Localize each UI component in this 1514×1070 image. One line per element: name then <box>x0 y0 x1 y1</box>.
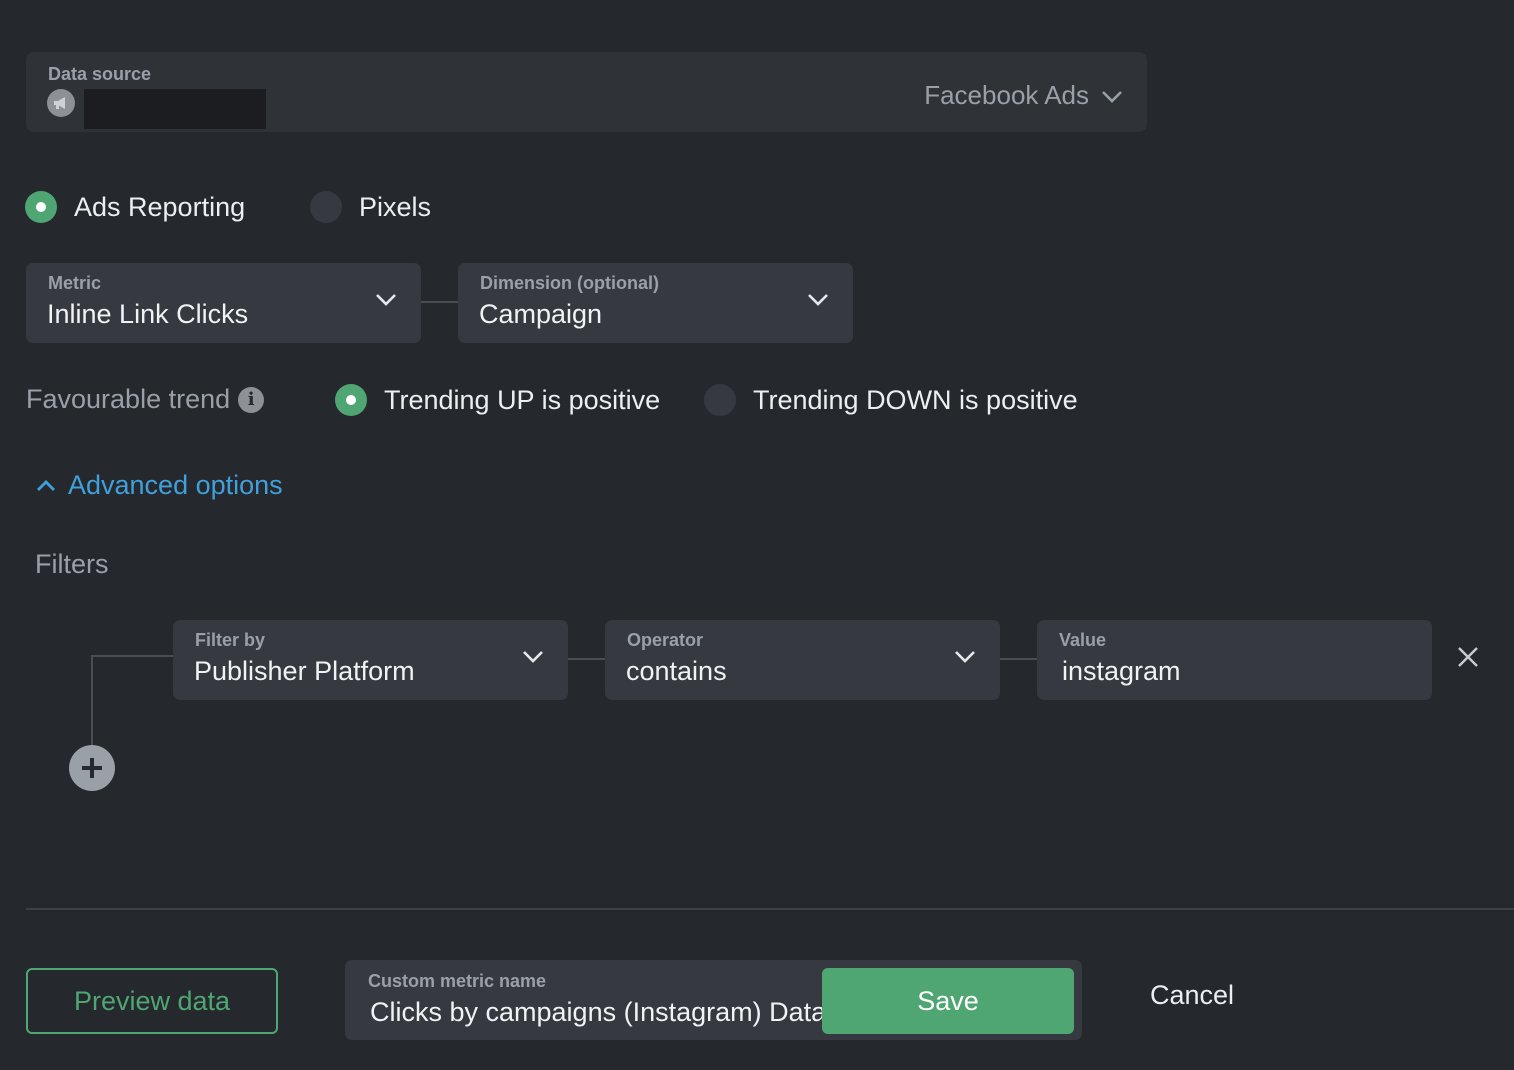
operator-select[interactable]: Operator contains <box>605 620 1000 700</box>
filter-by-select[interactable]: Filter by Publisher Platform <box>173 620 568 700</box>
add-filter-button[interactable] <box>69 745 115 791</box>
chevron-down-icon <box>522 650 544 669</box>
filter-by-value: Publisher Platform <box>194 656 415 686</box>
radio-label-trending-down: Trending DOWN is positive <box>753 384 1078 415</box>
radio-button[interactable] <box>310 191 342 223</box>
custom-metric-name-field[interactable]: Custom metric name Clicks by campaigns (… <box>345 960 1082 1040</box>
favourable-trend-label: Favourable trend <box>26 384 231 414</box>
dimension-label: Dimension (optional) <box>480 273 659 293</box>
radio-trending-up[interactable]: Trending UP is positive <box>335 384 660 416</box>
radio-label-trending-up: Trending UP is positive <box>384 384 661 415</box>
chevron-down-icon <box>954 650 976 669</box>
advanced-options-label: Advanced options <box>68 470 283 500</box>
radio-button-selected[interactable] <box>25 191 57 223</box>
filter-tree-branch <box>91 655 173 657</box>
radio-pixels[interactable]: Pixels <box>310 191 431 223</box>
filter-tree-line <box>91 655 93 747</box>
radio-button-selected[interactable] <box>335 384 367 416</box>
metric-value: Inline Link Clicks <box>47 299 249 329</box>
dimension-value: Campaign <box>479 299 603 329</box>
data-source-value: Facebook Ads <box>924 80 1089 110</box>
chevron-down-icon <box>807 293 829 312</box>
connector-line <box>568 658 605 660</box>
chevron-down-icon <box>375 293 397 312</box>
filters-title: Filters <box>35 549 109 579</box>
custom-metric-name-label: Custom metric name <box>368 971 547 991</box>
cancel-button[interactable]: Cancel <box>1150 980 1234 1011</box>
radio-label-ads-reporting: Ads Reporting <box>74 191 246 222</box>
custom-metric-name-value[interactable]: Clicks by campaigns (Instagram) Databox <box>370 997 822 1028</box>
radio-button[interactable] <box>704 384 736 416</box>
chevron-up-icon <box>36 479 56 492</box>
save-button[interactable]: Save <box>822 968 1074 1034</box>
plus-icon <box>79 755 105 781</box>
megaphone-icon <box>47 89 75 117</box>
metric-select[interactable]: Metric Inline Link Clicks <box>26 263 421 343</box>
dimension-select[interactable]: Dimension (optional) Campaign <box>458 263 853 343</box>
radio-trending-down[interactable]: Trending DOWN is positive <box>704 384 1078 416</box>
filter-by-label: Filter by <box>195 630 266 650</box>
radio-ads-reporting[interactable]: Ads Reporting <box>25 191 245 223</box>
advanced-options-toggle[interactable]: Advanced options <box>36 470 283 501</box>
connector-line <box>421 301 458 303</box>
value-input[interactable]: Value instagram <box>1037 620 1432 700</box>
preview-data-button[interactable]: Preview data <box>26 968 278 1034</box>
divider <box>26 908 1514 910</box>
connector-line <box>1000 658 1037 660</box>
account-name-redacted <box>84 89 266 129</box>
operator-value: contains <box>626 656 727 686</box>
data-source-select[interactable]: Data source Facebook Ads <box>26 52 1147 132</box>
operator-label: Operator <box>627 630 704 650</box>
value-label: Value <box>1059 630 1107 650</box>
info-icon[interactable]: i <box>238 386 265 413</box>
data-source-dropdown[interactable]: Facebook Ads <box>924 80 1123 111</box>
chevron-down-icon <box>1101 80 1123 111</box>
data-source-label: Data source <box>48 64 152 84</box>
close-icon[interactable] <box>1456 645 1480 674</box>
metric-label: Metric <box>48 273 102 293</box>
favourable-trend: Favourable trend i <box>26 384 265 415</box>
value-text: instagram <box>1062 656 1181 686</box>
radio-label-pixels: Pixels <box>359 191 432 222</box>
